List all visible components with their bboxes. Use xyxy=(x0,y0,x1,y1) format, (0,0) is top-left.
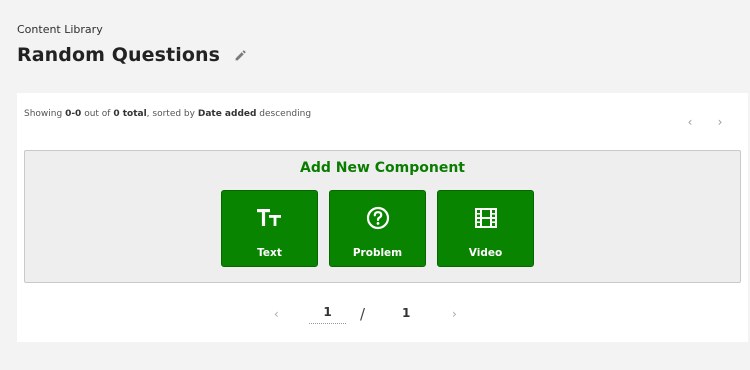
title-row: Random Questions xyxy=(17,44,248,66)
component-buttons: Text Problem Video xyxy=(221,190,534,267)
summary-total: 0 total xyxy=(113,109,147,119)
top-prev-button[interactable]: ‹ xyxy=(684,115,696,129)
summary-prefix: Showing xyxy=(24,109,66,119)
page-separator: / xyxy=(360,305,366,323)
top-pagination: ‹ › xyxy=(684,115,726,129)
film-icon xyxy=(438,206,533,230)
add-component-title: Add New Component xyxy=(299,160,465,176)
add-text-label: Text xyxy=(257,247,282,259)
text-format-icon xyxy=(222,206,317,230)
total-pages: 1 xyxy=(402,306,411,320)
summary-range: 0-0 xyxy=(65,109,82,119)
bottom-pagination: ‹ 1 / 1 › xyxy=(17,305,748,325)
add-problem-button[interactable]: Problem xyxy=(329,190,426,267)
results-summary: Showing 0-0 out of 0 total, sorted by Da… xyxy=(24,109,311,119)
summary-sort-order: descending xyxy=(256,109,312,119)
add-component-box: Add New Component Text Problem Video xyxy=(24,150,741,283)
add-text-button[interactable]: Text xyxy=(221,190,318,267)
edit-title-button[interactable] xyxy=(232,47,248,63)
pencil-icon xyxy=(235,49,246,60)
summary-sort-field: Date added xyxy=(197,109,257,119)
add-video-button[interactable]: Video xyxy=(437,190,534,267)
add-problem-label: Problem xyxy=(352,247,403,259)
summary-sorted-prefix: , sorted by xyxy=(146,109,198,119)
breadcrumb[interactable]: Content Library xyxy=(17,23,103,36)
current-page-input[interactable]: 1 xyxy=(309,305,346,324)
page-title: Random Questions xyxy=(17,44,221,66)
add-video-label: Video xyxy=(468,247,503,259)
bottom-next-button[interactable]: › xyxy=(452,307,457,321)
bottom-prev-button[interactable]: ‹ xyxy=(274,307,279,321)
summary-middle: out of xyxy=(81,109,114,119)
top-next-button[interactable]: › xyxy=(714,115,726,129)
question-circle-icon xyxy=(330,206,425,230)
library-panel: Showing 0-0 out of 0 total, sorted by Da… xyxy=(17,93,748,342)
